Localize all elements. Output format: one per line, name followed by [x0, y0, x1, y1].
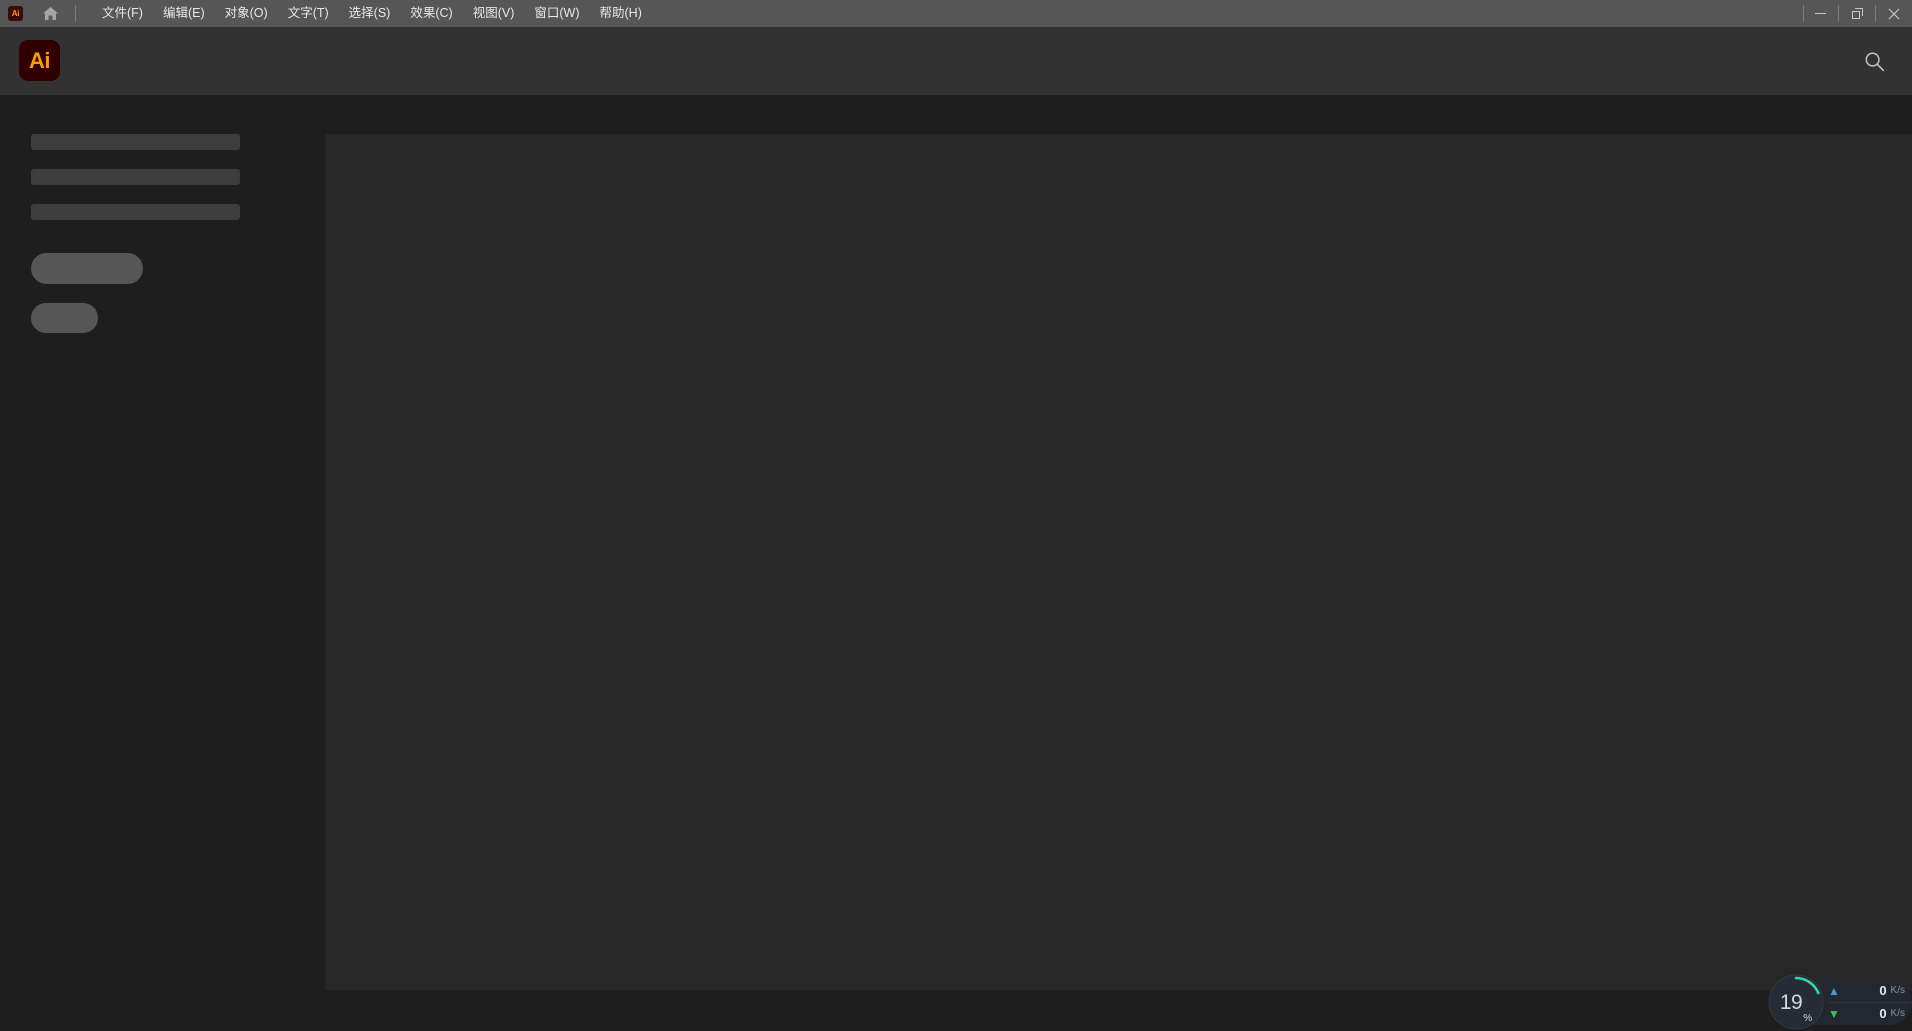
cpu-readout: 19 %	[1768, 974, 1824, 1030]
menu-item-help[interactable]: 帮助(H)	[590, 0, 652, 27]
main-content-panel[interactable]	[325, 134, 1912, 990]
system-monitor-widget[interactable]: 19 % ▲ 0 K/s ▼ 0 K/s	[1768, 973, 1912, 1031]
menu-item-view[interactable]: 视图(V)	[463, 0, 525, 27]
down-arrow-icon: ▼	[1828, 1006, 1840, 1021]
cpu-unit: %	[1803, 1013, 1813, 1024]
menu-item-file[interactable]: 文件(F)	[92, 0, 153, 27]
maximize-restore-button[interactable]	[1839, 0, 1875, 27]
cpu-usage-dial[interactable]: 19 %	[1768, 974, 1824, 1030]
minimize-button[interactable]	[1802, 0, 1838, 27]
window-controls	[1802, 0, 1912, 27]
menubar-divider	[75, 5, 76, 22]
workspace-body	[0, 95, 1912, 1031]
search-icon	[1865, 52, 1884, 71]
menu-items: 文件(F) 编辑(E) 对象(O) 文字(T) 选择(S) 效果(C) 视图(V…	[92, 0, 652, 27]
skeleton-line	[31, 134, 240, 150]
skeleton-button	[31, 303, 98, 333]
upload-speed-value: 0	[1879, 983, 1887, 998]
home-button[interactable]	[33, 0, 67, 27]
menu-item-type[interactable]: 文字(T)	[278, 0, 339, 27]
download-speed-row: ▼ 0 K/s	[1828, 1001, 1912, 1025]
menu-item-effect[interactable]: 效果(C)	[400, 0, 462, 27]
network-speed-block[interactable]: ▲ 0 K/s ▼ 0 K/s	[1812, 979, 1912, 1025]
sidebar-loading-skeleton	[31, 134, 271, 333]
minimize-icon	[1814, 13, 1826, 14]
download-speed-value: 0	[1879, 1006, 1887, 1021]
skeleton-button	[31, 253, 143, 284]
up-arrow-icon: ▲	[1828, 983, 1840, 998]
menu-item-window[interactable]: 窗口(W)	[524, 0, 589, 27]
skeleton-line	[31, 204, 240, 220]
search-button[interactable]	[1856, 43, 1892, 79]
title-menu-bar: Ai 文件(F) 编辑(E) 对象(O) 文字(T) 选择(S) 效果(C) 视…	[0, 0, 1912, 27]
upload-speed-unit: K/s	[1890, 984, 1905, 996]
menu-item-select[interactable]: 选择(S)	[339, 0, 401, 27]
illustrator-logo: Ai	[19, 40, 60, 81]
home-icon	[42, 7, 58, 20]
menu-item-object[interactable]: 对象(O)	[215, 0, 278, 27]
skeleton-line	[31, 169, 240, 185]
app-mini-logo-icon: Ai	[8, 6, 23, 21]
application-bar: Ai	[0, 27, 1912, 95]
restore-icon	[1851, 8, 1863, 19]
upload-speed-row: ▲ 0 K/s	[1828, 980, 1912, 1002]
close-button[interactable]	[1876, 0, 1912, 27]
close-icon	[1888, 8, 1900, 19]
download-speed-unit: K/s	[1890, 1007, 1905, 1019]
cpu-value: 19	[1779, 990, 1803, 1014]
menu-item-edit[interactable]: 编辑(E)	[153, 0, 215, 27]
